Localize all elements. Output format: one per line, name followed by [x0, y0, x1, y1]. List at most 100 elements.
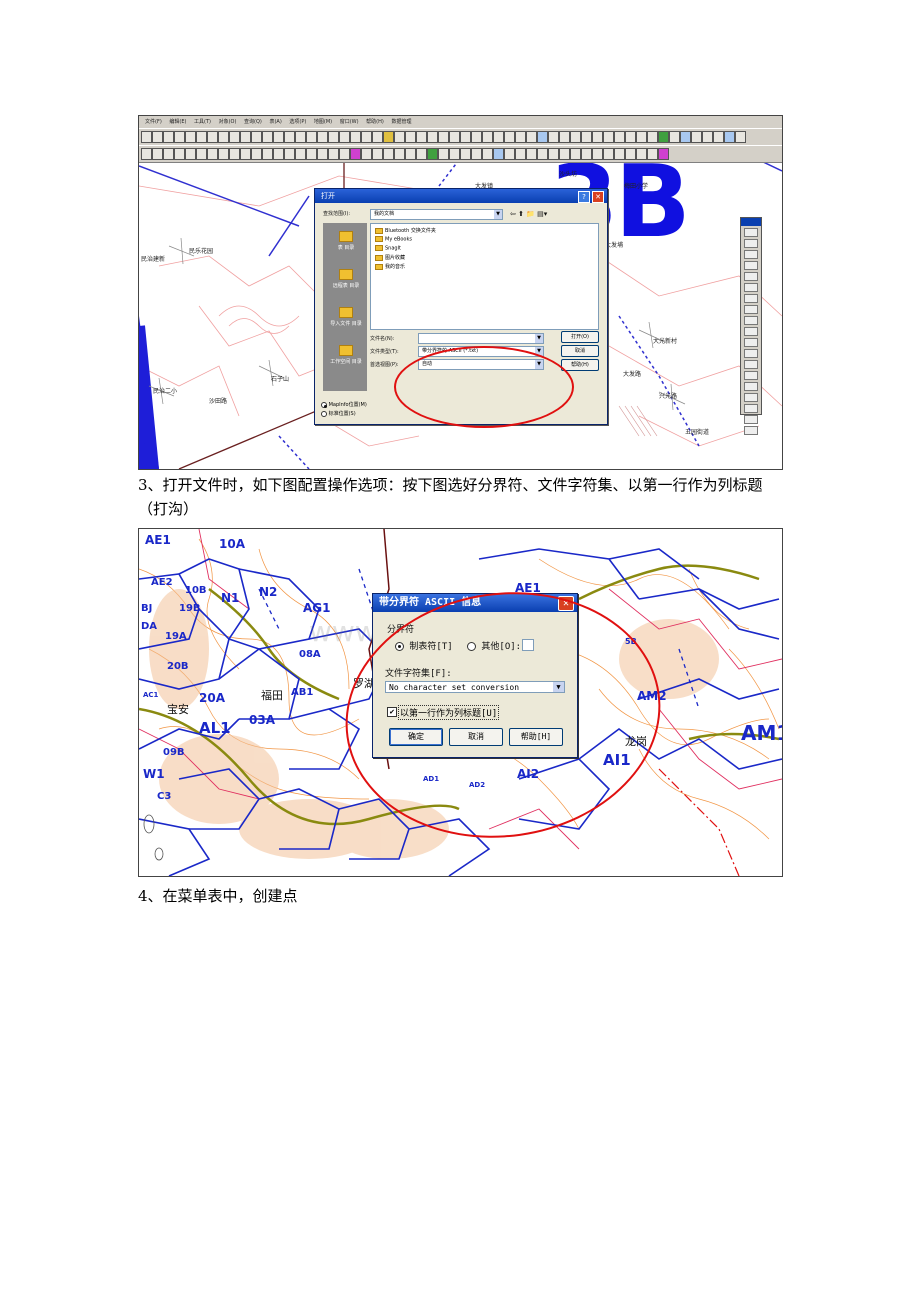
- toolbar-tool-icon[interactable]: [427, 131, 438, 143]
- toolbar-tool-icon[interactable]: [306, 148, 317, 160]
- place-workspace-dir[interactable]: 工作空间 目录: [327, 345, 365, 365]
- floating-tool-icon[interactable]: [744, 283, 758, 292]
- menu-objects[interactable]: 对象(O): [219, 119, 237, 125]
- toolbar-tool-icon[interactable]: [361, 148, 372, 160]
- toolbar-tool-icon[interactable]: [713, 131, 724, 143]
- toolbar-tool-icon[interactable]: [537, 131, 548, 143]
- toolbar-tool-icon[interactable]: [372, 131, 383, 143]
- toolbar-tool-icon[interactable]: [163, 148, 174, 160]
- floating-tool-icon[interactable]: [744, 305, 758, 314]
- toolbar-tool-icon[interactable]: [306, 131, 317, 143]
- floating-tool-icon[interactable]: [744, 426, 758, 435]
- toolbar-tool-icon[interactable]: [680, 131, 691, 143]
- menu-window[interactable]: 窗口(W): [340, 119, 359, 125]
- floating-tool-icon[interactable]: [744, 327, 758, 336]
- toolbar-tool-icon[interactable]: [251, 148, 262, 160]
- toolbar-tool-icon[interactable]: [724, 131, 735, 143]
- toolbar-tool-icon[interactable]: [229, 148, 240, 160]
- toolbar-tool-icon[interactable]: [625, 131, 636, 143]
- floating-tool-icon[interactable]: [744, 349, 758, 358]
- toolbar-tool-icon[interactable]: [207, 131, 218, 143]
- floating-tool-icon[interactable]: [744, 360, 758, 369]
- file-item[interactable]: 我的音乐: [375, 263, 405, 270]
- toolbar-tool-icon[interactable]: [207, 148, 218, 160]
- toolbar-tool-icon[interactable]: [636, 131, 647, 143]
- toolbar-tool-icon[interactable]: [482, 148, 493, 160]
- menu-options[interactable]: 选项(P): [289, 119, 306, 125]
- toolbar-tool-icon[interactable]: [152, 148, 163, 160]
- floating-tool-icon[interactable]: [744, 250, 758, 259]
- floating-tool-icon[interactable]: [744, 415, 758, 424]
- floating-tool-icon[interactable]: [744, 316, 758, 325]
- floating-tool-icon[interactable]: [744, 393, 758, 402]
- toolbar-tool-icon[interactable]: [372, 148, 383, 160]
- toolbar-tool-icon[interactable]: [669, 131, 680, 143]
- floating-tool-icon[interactable]: [744, 239, 758, 248]
- toolbar-tool-icon[interactable]: [284, 148, 295, 160]
- toolbar-tool-icon[interactable]: [548, 131, 559, 143]
- toolbar-tool-icon[interactable]: [141, 131, 152, 143]
- toolbar-tool-icon[interactable]: [460, 148, 471, 160]
- navigation-icons[interactable]: ⇦ ⬆ 📁 ▤▾: [510, 210, 547, 218]
- menu-edit[interactable]: 编辑(E): [169, 119, 186, 125]
- toolbar-tool-icon[interactable]: [174, 131, 185, 143]
- toolbar-tool-icon[interactable]: [592, 131, 603, 143]
- toolbar-tool-icon[interactable]: [295, 148, 306, 160]
- mapinfo-location-radio[interactable]: MapInfo位置(M): [321, 401, 367, 408]
- toolbar-tool-icon[interactable]: [152, 131, 163, 143]
- toolbar-tool-icon[interactable]: [295, 131, 306, 143]
- toolbar-tool-icon[interactable]: [240, 131, 251, 143]
- toolbar-tool-icon[interactable]: [658, 148, 669, 160]
- toolbar-tool-icon[interactable]: [350, 148, 361, 160]
- toolbar-tool-icon[interactable]: [482, 131, 493, 143]
- floating-tool-icon[interactable]: [744, 261, 758, 270]
- menu-table[interactable]: 表(A): [269, 119, 281, 125]
- open-dialog-titlebar[interactable]: 打开 ? ✕: [315, 189, 607, 203]
- toolbar-tool-icon[interactable]: [185, 131, 196, 143]
- toolbar-tool-icon[interactable]: [218, 131, 229, 143]
- toolbar-tool-icon[interactable]: [493, 131, 504, 143]
- toolbar-tool-icon[interactable]: [163, 131, 174, 143]
- floating-tool-icon[interactable]: [744, 272, 758, 281]
- file-item[interactable]: My eBooks: [375, 236, 412, 243]
- toolbar-tool-icon[interactable]: [647, 148, 658, 160]
- toolbar-tool-icon[interactable]: [383, 148, 394, 160]
- floating-toolbar-title[interactable]: [741, 218, 761, 226]
- floating-tool-icon[interactable]: [744, 371, 758, 380]
- toolbar-tool-icon[interactable]: [416, 131, 427, 143]
- toolbar-tool-icon[interactable]: [581, 131, 592, 143]
- toolbar-tool-icon[interactable]: [229, 131, 240, 143]
- menu-help[interactable]: 帮助(H): [366, 119, 384, 125]
- toolbar-tool-icon[interactable]: [339, 148, 350, 160]
- floating-tool-icon[interactable]: [744, 382, 758, 391]
- toolbar-tool-icon[interactable]: [328, 131, 339, 143]
- toolbar-tool-icon[interactable]: [504, 131, 515, 143]
- toolbar-tool-icon[interactable]: [647, 131, 658, 143]
- toolbar-tool-icon[interactable]: [504, 148, 515, 160]
- toolbar-tool-icon[interactable]: [273, 148, 284, 160]
- toolbar-tool-icon[interactable]: [592, 148, 603, 160]
- toolbar-tool-icon[interactable]: [174, 148, 185, 160]
- toolbar-tool-icon[interactable]: [493, 148, 504, 160]
- floating-tool-icon[interactable]: [744, 338, 758, 347]
- toolbar-tool-icon[interactable]: [383, 131, 394, 143]
- floating-toolbar[interactable]: [740, 217, 762, 435]
- toolbar-tool-icon[interactable]: [636, 148, 647, 160]
- floating-tool-icon[interactable]: [744, 404, 758, 413]
- toolbar-tool-icon[interactable]: [581, 148, 592, 160]
- toolbar-tool-icon[interactable]: [570, 131, 581, 143]
- toolbar-tool-icon[interactable]: [350, 131, 361, 143]
- toolbar-tool-icon[interactable]: [251, 131, 262, 143]
- toolbar-tool-icon[interactable]: [394, 148, 405, 160]
- toolbar-tool-icon[interactable]: [625, 148, 636, 160]
- toolbar-tool-icon[interactable]: [317, 148, 328, 160]
- toolbar-tool-icon[interactable]: [328, 148, 339, 160]
- toolbar-tool-icon[interactable]: [460, 131, 471, 143]
- toolbar-tool-icon[interactable]: [658, 131, 669, 143]
- toolbar-tool-icon[interactable]: [196, 131, 207, 143]
- toolbar-tool-icon[interactable]: [603, 131, 614, 143]
- toolbar-tool-icon[interactable]: [339, 131, 350, 143]
- place-remote-table-dir[interactable]: 远程表 目录: [327, 269, 365, 289]
- toolbar-tool-icon[interactable]: [526, 131, 537, 143]
- toolbar-tool-icon[interactable]: [405, 148, 416, 160]
